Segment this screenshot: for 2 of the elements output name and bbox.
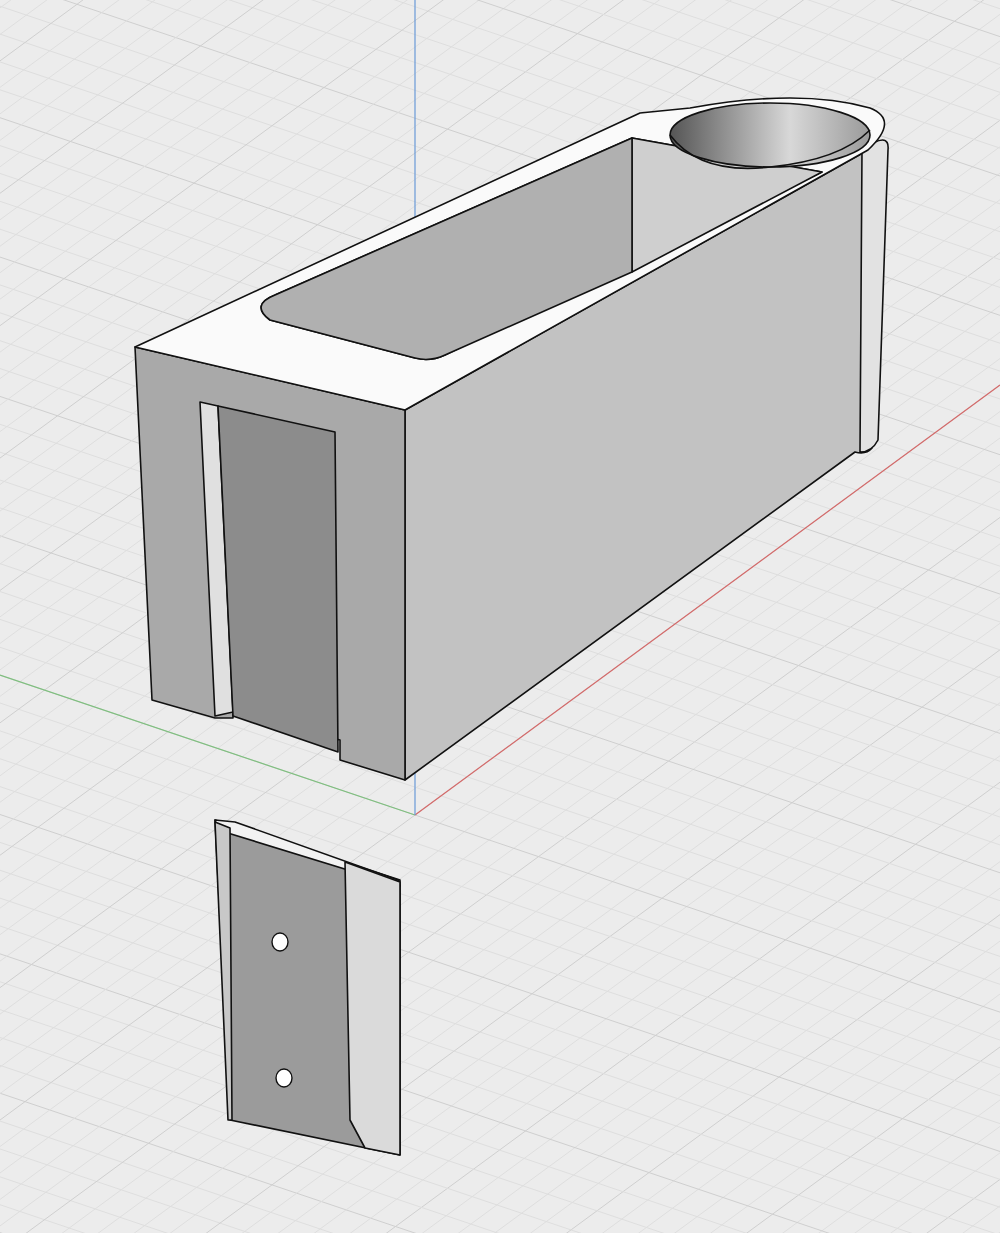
box-model-drawing[interactable] — [134, 97, 889, 781]
clip-plate-drawing[interactable] — [214, 819, 401, 1156]
